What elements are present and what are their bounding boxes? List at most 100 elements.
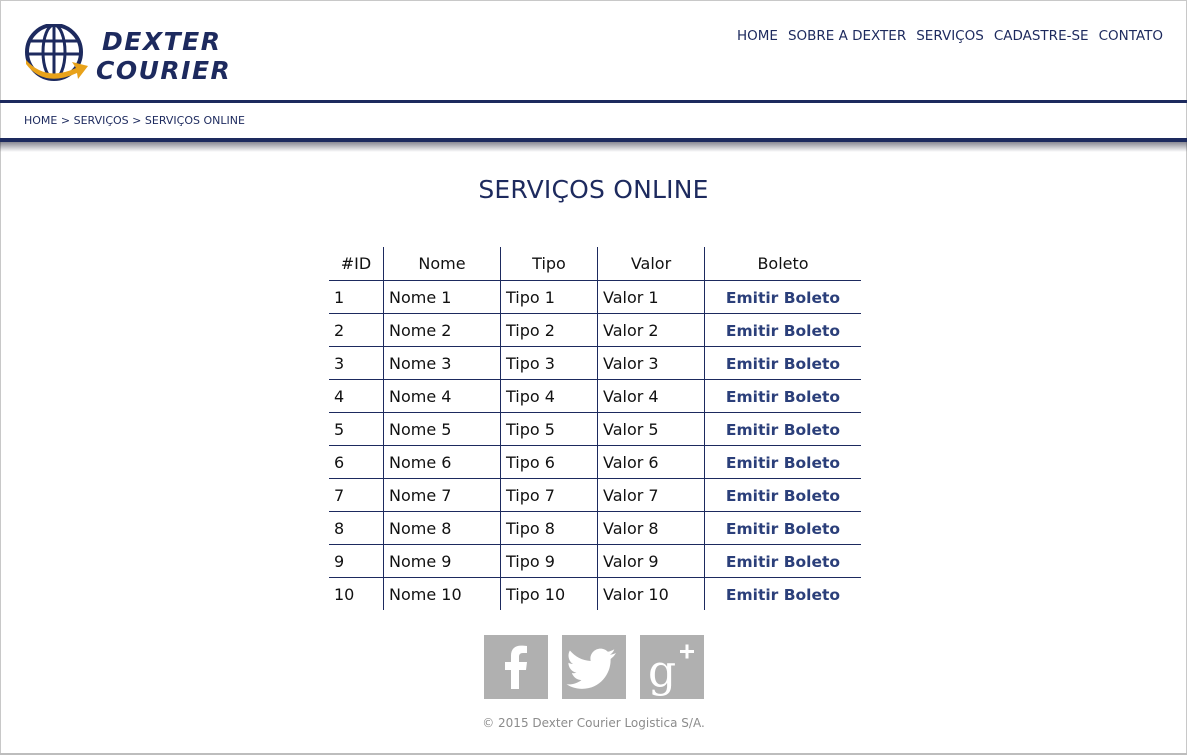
emitir-boleto-link[interactable]: Emitir Boleto — [726, 553, 840, 571]
table-row: 2 Nome 2 Tipo 2 Valor 2 Emitir Boleto — [329, 313, 861, 347]
header-nome: Nome — [383, 247, 501, 281]
copyright-text: © 2015 Dexter Courier Logistica S/A. — [482, 716, 705, 730]
table-row: 3 Nome 3 Tipo 3 Valor 3 Emitir Boleto — [329, 346, 861, 380]
cell-valor: Valor 10 — [597, 577, 705, 610]
nav-servicos[interactable]: SERVIÇOS — [916, 28, 984, 44]
cell-nome: Nome 3 — [383, 346, 501, 380]
twitter-icon — [566, 648, 616, 689]
cell-boleto: Emitir Boleto — [704, 280, 861, 314]
facebook-button[interactable] — [484, 635, 548, 699]
cell-tipo: Tipo 5 — [500, 412, 598, 446]
services-table: #ID Nome Tipo Valor Boleto 1 Nome 1 Tipo 1… — [329, 247, 861, 610]
header-tipo: Tipo — [500, 247, 598, 281]
cell-boleto: Emitir Boleto — [704, 313, 861, 347]
breadcrumb: HOME > SERVIÇOS > SERVIÇOS ONLINE — [24, 114, 245, 127]
cell-nome: Nome 8 — [383, 511, 501, 545]
svg-text:g: g — [648, 646, 676, 697]
twitter-button[interactable] — [562, 635, 626, 699]
cell-boleto: Emitir Boleto — [704, 511, 861, 545]
table-row: 1 Nome 1 Tipo 1 Valor 1 Emitir Boleto — [329, 280, 861, 314]
table-row: 7 Nome 7 Tipo 7 Valor 7 Emitir Boleto — [329, 478, 861, 512]
cell-nome: Nome 1 — [383, 280, 501, 314]
cell-id: 5 — [329, 412, 384, 446]
facebook-icon — [505, 645, 527, 689]
cell-tipo: Tipo 2 — [500, 313, 598, 347]
emitir-boleto-link[interactable]: Emitir Boleto — [726, 454, 840, 472]
page-title: SERVIÇOS ONLINE — [478, 175, 709, 204]
emitir-boleto-link[interactable]: Emitir Boleto — [726, 322, 840, 340]
breadcrumb-servicos[interactable]: SERVIÇOS — [74, 114, 129, 127]
cell-id: 1 — [329, 280, 384, 314]
header-divider — [0, 100, 1187, 103]
nav-sobre[interactable]: SOBRE A DEXTER — [788, 28, 906, 44]
brand-line1: DEXTER — [102, 27, 222, 56]
table-row: 4 Nome 4 Tipo 4 Valor 4 Emitir Boleto — [329, 379, 861, 413]
google-plus-icon: g — [648, 644, 694, 697]
cell-nome: Nome 5 — [383, 412, 501, 446]
cell-boleto: Emitir Boleto — [704, 379, 861, 413]
cell-tipo: Tipo 3 — [500, 346, 598, 380]
cell-nome: Nome 6 — [383, 445, 501, 479]
cell-nome: Nome 4 — [383, 379, 501, 413]
cell-tipo: Tipo 1 — [500, 280, 598, 314]
table-body: 1 Nome 1 Tipo 1 Valor 1 Emitir Boleto 2 Nome 2… — [329, 280, 861, 610]
emitir-boleto-link[interactable]: Emitir Boleto — [726, 586, 840, 604]
social-links: g — [484, 635, 704, 699]
emitir-boleto-link[interactable]: Emitir Boleto — [726, 388, 840, 406]
emitir-boleto-link[interactable]: Emitir Boleto — [726, 487, 840, 505]
cell-tipo: Tipo 9 — [500, 544, 598, 578]
cell-id: 8 — [329, 511, 384, 545]
cell-tipo: Tipo 8 — [500, 511, 598, 545]
cell-id: 7 — [329, 478, 384, 512]
cell-tipo: Tipo 4 — [500, 379, 598, 413]
site-header: DEXTER COURIER HOME SOBRE A DEXTER SERVI… — [0, 0, 1187, 101]
cell-valor: Valor 8 — [597, 511, 705, 545]
emitir-boleto-link[interactable]: Emitir Boleto — [726, 289, 840, 307]
breadcrumb-current[interactable]: SERVIÇOS ONLINE — [145, 114, 245, 127]
cell-valor: Valor 7 — [597, 478, 705, 512]
google-plus-button[interactable]: g — [640, 635, 704, 699]
table-header-row: #ID Nome Tipo Valor Boleto — [329, 247, 861, 281]
cell-boleto: Emitir Boleto — [704, 544, 861, 578]
cell-tipo: Tipo 10 — [500, 577, 598, 610]
cell-valor: Valor 2 — [597, 313, 705, 347]
nav-home[interactable]: HOME — [737, 28, 778, 44]
emitir-boleto-link[interactable]: Emitir Boleto — [726, 520, 840, 538]
header-valor: Valor — [597, 247, 705, 281]
cell-valor: Valor 5 — [597, 412, 705, 446]
nav-contato[interactable]: CONTATO — [1099, 28, 1163, 44]
table-row: 6 Nome 6 Tipo 6 Valor 6 Emitir Boleto — [329, 445, 861, 479]
cell-boleto: Emitir Boleto — [704, 412, 861, 446]
cell-nome: Nome 9 — [383, 544, 501, 578]
brand-line2: COURIER — [96, 56, 231, 85]
cell-valor: Valor 9 — [597, 544, 705, 578]
cell-valor: Valor 3 — [597, 346, 705, 380]
table-row: 10 Nome 10 Tipo 10 Valor 10 Emitir Boleto — [329, 577, 861, 610]
cell-id: 4 — [329, 379, 384, 413]
cell-id: 6 — [329, 445, 384, 479]
globe-arrow-icon: DEXTER COURIER — [25, 24, 231, 85]
cell-id: 10 — [334, 584, 355, 604]
header-id: #ID — [329, 247, 384, 281]
brand-logo[interactable]: DEXTER COURIER — [24, 24, 284, 86]
cell-boleto: Emitir Boleto — [704, 577, 861, 610]
cell-boleto: Emitir Boleto — [704, 478, 861, 512]
breadcrumb-separator: > — [60, 114, 71, 127]
main-nav: HOME SOBRE A DEXTER SERVIÇOS CADASTRE-SE… — [737, 28, 1163, 44]
table-row: 8 Nome 8 Tipo 8 Valor 8 Emitir Boleto — [329, 511, 861, 545]
cell-tipo: Tipo 6 — [500, 445, 598, 479]
breadcrumb-separator: > — [132, 114, 142, 127]
nav-cadastre[interactable]: CADASTRE-SE — [994, 28, 1089, 44]
cell-id: 3 — [329, 346, 384, 380]
cell-nome: Nome 10 — [383, 577, 501, 610]
breadcrumb-home[interactable]: HOME — [24, 114, 57, 127]
table-row: 5 Nome 5 Tipo 5 Valor 5 Emitir Boleto — [329, 412, 861, 446]
cell-id: 9 — [329, 544, 384, 578]
emitir-boleto-link[interactable]: Emitir Boleto — [726, 421, 840, 439]
cell-tipo: Tipo 7 — [500, 478, 598, 512]
cell-valor: Valor 1 — [597, 280, 705, 314]
table-row: 9 Nome 9 Tipo 9 Valor 9 Emitir Boleto — [329, 544, 861, 578]
cell-id: 2 — [329, 313, 384, 347]
cell-nome: Nome 2 — [383, 313, 501, 347]
emitir-boleto-link[interactable]: Emitir Boleto — [726, 355, 840, 373]
